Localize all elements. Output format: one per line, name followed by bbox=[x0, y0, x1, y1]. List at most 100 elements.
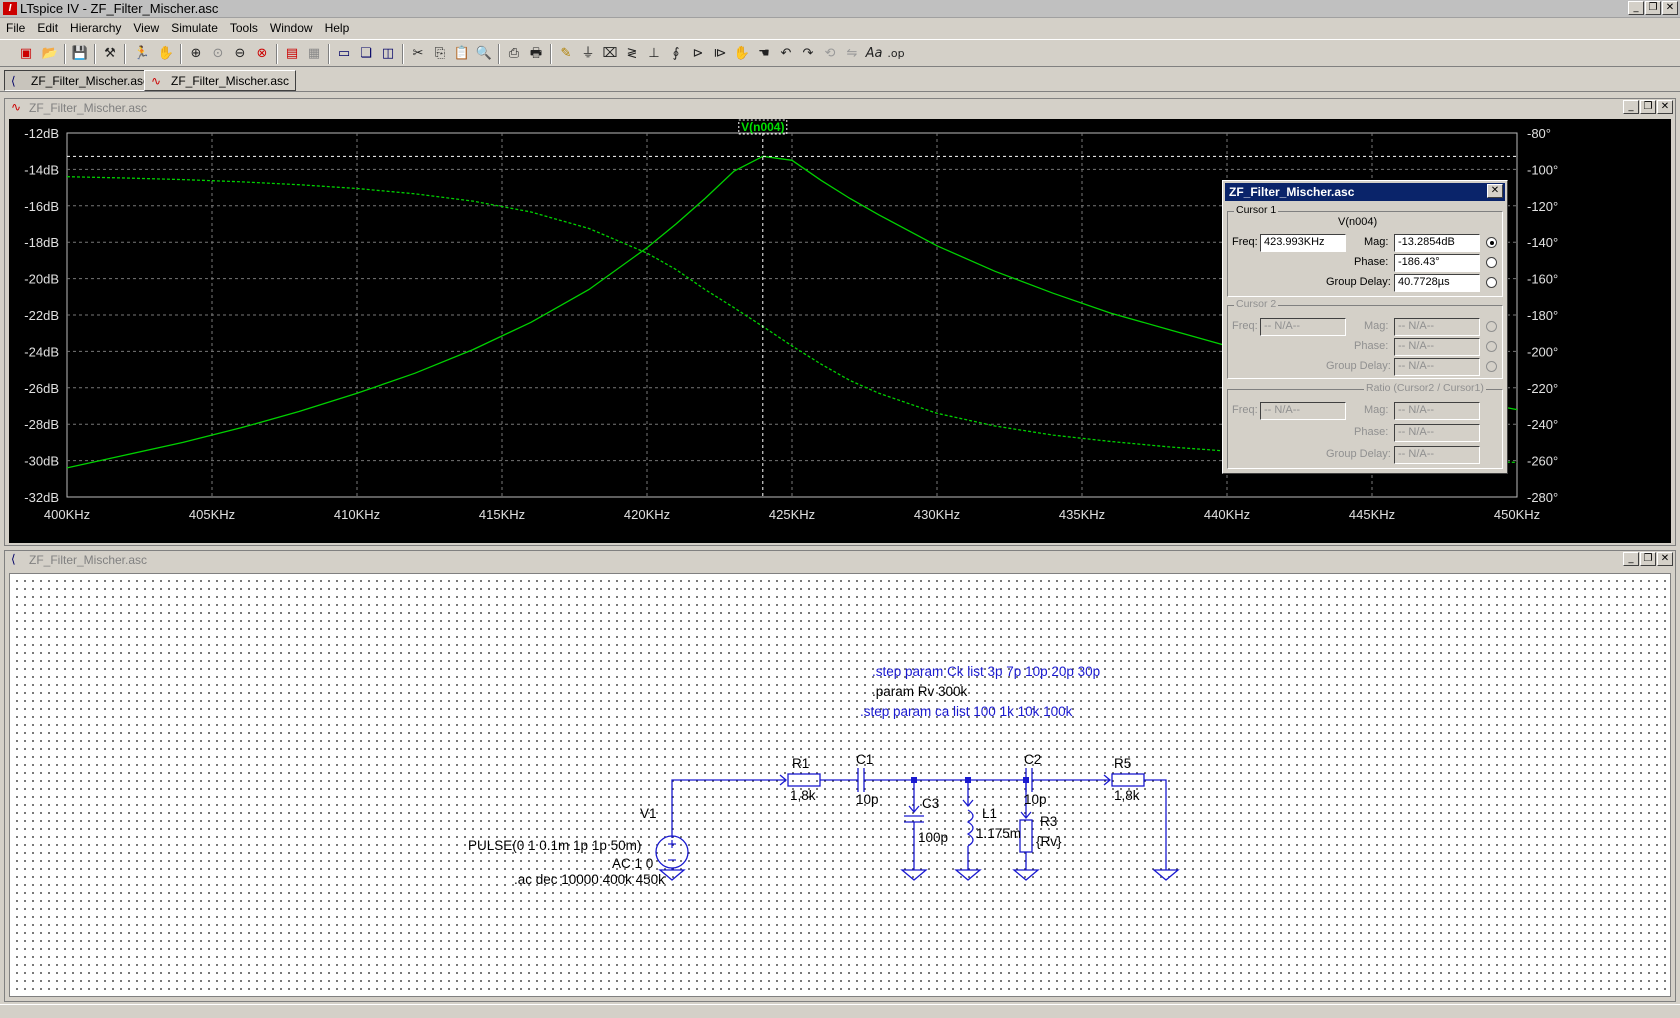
restore-icon[interactable]: ❐ bbox=[1640, 552, 1656, 566]
copy-icon[interactable]: ⎘ bbox=[430, 44, 450, 64]
v1-pulse-value[interactable]: PULSE(0 1 0.1m 1p 1p 50m) bbox=[468, 838, 641, 853]
undo-icon[interactable]: ↶ bbox=[776, 44, 796, 64]
cursor1-phase-radio[interactable] bbox=[1486, 257, 1497, 268]
restore-icon[interactable]: ❐ bbox=[1640, 100, 1656, 114]
redo-icon[interactable]: ↷ bbox=[798, 44, 818, 64]
c1-value[interactable]: 10p bbox=[856, 792, 879, 807]
save-icon[interactable]: 💾 bbox=[70, 44, 90, 64]
r1-value[interactable]: 1,8k bbox=[790, 788, 816, 803]
close-icon[interactable]: ✕ bbox=[1657, 100, 1673, 114]
menu-help[interactable]: Help bbox=[319, 18, 356, 35]
inductor-icon[interactable]: ∮ bbox=[666, 44, 686, 64]
component-icon[interactable]: ⧐ bbox=[710, 44, 730, 64]
c3-name[interactable]: C3 bbox=[922, 796, 939, 811]
x-tick-label: 415KHz bbox=[479, 507, 525, 522]
cursor2-freq-field: -- N/A-- bbox=[1260, 318, 1346, 336]
menu-edit[interactable]: Edit bbox=[31, 18, 64, 35]
cursor1-phase-field[interactable]: -186.43° bbox=[1394, 254, 1480, 272]
tab-schematic[interactable]: ⟨ ZF_Filter_Mischer.asc bbox=[4, 70, 157, 91]
cursor1-gd-radio[interactable] bbox=[1486, 277, 1497, 288]
halt-icon[interactable]: ✋ bbox=[156, 44, 176, 64]
find-icon[interactable]: 🔍 bbox=[474, 44, 494, 64]
y-right-tick-label: -220° bbox=[1527, 381, 1558, 396]
y-right-tick-label: -80° bbox=[1527, 126, 1551, 141]
l1-value[interactable]: 1.175m bbox=[976, 826, 1021, 841]
diode-icon[interactable]: ⊳ bbox=[688, 44, 708, 64]
r3-value[interactable]: {Rv} bbox=[1036, 834, 1062, 849]
y-right-tick-label: -120° bbox=[1527, 199, 1558, 214]
tile-horizontal-icon[interactable]: ▭ bbox=[334, 44, 354, 64]
cut-icon[interactable]: ✂ bbox=[408, 44, 428, 64]
c2-name[interactable]: C2 bbox=[1024, 752, 1041, 767]
cascade-icon[interactable]: ❏ bbox=[356, 44, 376, 64]
l1-name[interactable]: L1 bbox=[982, 806, 997, 821]
c3-value[interactable]: 100p bbox=[918, 830, 948, 845]
ratio-phase-field: -- N/A-- bbox=[1394, 424, 1480, 442]
c2-value[interactable]: 10p bbox=[1024, 792, 1047, 807]
wire-icon[interactable]: ✎ bbox=[556, 44, 576, 64]
print-icon[interactable]: 🖶 bbox=[526, 44, 546, 64]
v1-ac-value[interactable]: AC 1 0 bbox=[612, 856, 653, 871]
rotate-icon[interactable]: ⟲ bbox=[820, 44, 840, 64]
v1-name[interactable]: V1 bbox=[640, 806, 657, 821]
minimize-icon[interactable]: _ bbox=[1623, 100, 1639, 114]
zoom-fit-icon[interactable]: ⊗ bbox=[252, 44, 272, 64]
c1-name[interactable]: C1 bbox=[856, 752, 873, 767]
tile-vertical-icon[interactable]: ◫ bbox=[378, 44, 398, 64]
move-icon[interactable]: ✋ bbox=[732, 44, 752, 64]
grid-icon[interactable]: ▦ bbox=[304, 44, 324, 64]
text-icon[interactable]: Aa bbox=[864, 44, 884, 64]
mirror-icon[interactable]: ⇋ bbox=[842, 44, 862, 64]
restore-icon[interactable]: ❐ bbox=[1645, 1, 1661, 15]
cursor1-mag-field[interactable]: -13.2854dB bbox=[1394, 234, 1480, 252]
tab-waveform-label: ZF_Filter_Mischer.asc bbox=[171, 74, 290, 88]
ground-icon[interactable]: ⏚ bbox=[578, 44, 598, 64]
print-setup-icon[interactable]: ⎙ bbox=[504, 44, 524, 64]
control-panel-icon[interactable]: ⚒ bbox=[100, 44, 120, 64]
status-bar bbox=[0, 1004, 1680, 1018]
waveform-pane-title: ZF_Filter_Mischer.asc bbox=[29, 101, 148, 115]
pan-icon[interactable]: ⊙ bbox=[208, 44, 228, 64]
spice-directive-icon[interactable]: .op bbox=[886, 44, 906, 64]
menu-tools[interactable]: Tools bbox=[224, 18, 264, 35]
paste-icon[interactable]: 📋 bbox=[452, 44, 472, 64]
run-icon[interactable]: 🏃 bbox=[132, 44, 152, 64]
tab-waveform[interactable]: ∿ ZF_Filter_Mischer.asc bbox=[144, 70, 297, 91]
schematic-icon: ⟨ bbox=[11, 552, 16, 566]
autorange-icon[interactable]: ▤ bbox=[282, 44, 302, 64]
drag-icon[interactable]: ☚ bbox=[754, 44, 774, 64]
ratio-group-label: Ratio (Cursor2 / Cursor1) bbox=[1364, 382, 1486, 394]
cursor1-freq-field[interactable]: 423.993KHz bbox=[1260, 234, 1346, 252]
close-icon[interactable]: ✕ bbox=[1657, 552, 1673, 566]
menu-hierarchy[interactable]: Hierarchy bbox=[64, 18, 127, 35]
cursor1-gd-field[interactable]: 40.7728µs bbox=[1394, 274, 1480, 292]
capacitor-icon[interactable]: ⊥ bbox=[644, 44, 664, 64]
window-title-bar: I LTspice IV - ZF_Filter_Mischer.asc _ ❐… bbox=[0, 0, 1680, 18]
cursor1-phase-label: Phase: bbox=[1354, 256, 1389, 268]
document-tabs: ⟨ ZF_Filter_Mischer.asc ∿ ZF_Filter_Misc… bbox=[0, 68, 1680, 92]
schematic-canvas[interactable]: .step param Ck list 3p 7p 10p 20p 30p .p… bbox=[9, 573, 1671, 997]
r5-name[interactable]: R5 bbox=[1114, 756, 1131, 771]
minimize-icon[interactable]: _ bbox=[1623, 552, 1639, 566]
x-tick-label: 410KHz bbox=[334, 507, 380, 522]
zoom-out-icon[interactable]: ⊖ bbox=[230, 44, 250, 64]
menu-file[interactable]: File bbox=[0, 18, 31, 35]
new-schematic-icon[interactable]: ▣ bbox=[16, 44, 36, 64]
minimize-icon[interactable]: _ bbox=[1628, 1, 1644, 15]
ac-analysis-directive[interactable]: .ac dec 10000 400k 450k bbox=[514, 872, 665, 887]
y-left-tick-label: -14dB bbox=[24, 162, 59, 177]
schematic-wiring bbox=[655, 768, 1180, 881]
cursor1-mag-radio[interactable] bbox=[1486, 237, 1497, 248]
label-net-icon[interactable]: ⌧ bbox=[600, 44, 620, 64]
menu-window[interactable]: Window bbox=[264, 18, 319, 35]
r5-value[interactable]: 1,8k bbox=[1114, 788, 1140, 803]
resistor-icon[interactable]: ≷ bbox=[622, 44, 642, 64]
zoom-in-icon[interactable]: ⊕ bbox=[186, 44, 206, 64]
close-icon[interactable]: ✕ bbox=[1662, 1, 1678, 15]
r1-name[interactable]: R1 bbox=[792, 756, 809, 771]
menu-simulate[interactable]: Simulate bbox=[165, 18, 224, 35]
close-icon[interactable]: ✕ bbox=[1487, 184, 1503, 198]
open-icon[interactable]: 📂 bbox=[40, 44, 60, 64]
menu-view[interactable]: View bbox=[127, 18, 165, 35]
r3-name[interactable]: R3 bbox=[1040, 814, 1057, 829]
